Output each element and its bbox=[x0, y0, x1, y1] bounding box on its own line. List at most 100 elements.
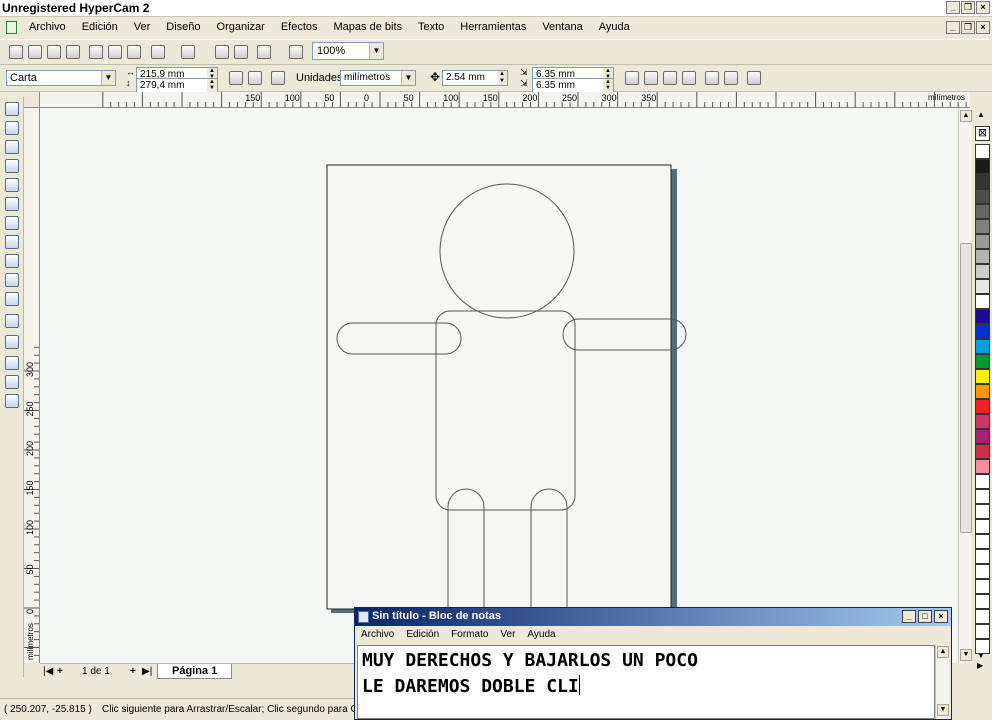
color-swatch[interactable] bbox=[975, 249, 990, 264]
duplicate-y-field[interactable]: 6.35 mm ▲ ▼ bbox=[532, 78, 614, 93]
open-folder-icon[interactable] bbox=[27, 44, 43, 60]
color-swatch[interactable] bbox=[975, 339, 990, 354]
treat-as-filled-icon[interactable] bbox=[704, 70, 720, 86]
paper-type-select[interactable]: Carta ▼ bbox=[6, 70, 116, 86]
options-icon[interactable] bbox=[746, 70, 762, 86]
page-layout-icon[interactable] bbox=[270, 70, 286, 86]
landscape-icon[interactable] bbox=[247, 70, 263, 86]
notepad-menu-item[interactable]: Archivo bbox=[361, 629, 394, 644]
fill-tool-icon[interactable] bbox=[4, 374, 20, 390]
menu-item[interactable]: Efectos bbox=[281, 21, 318, 33]
color-swatch[interactable] bbox=[975, 474, 990, 489]
color-swatch[interactable] bbox=[975, 159, 990, 174]
doc-minimize-button[interactable]: _ bbox=[946, 21, 960, 34]
color-swatch[interactable] bbox=[975, 534, 990, 549]
palette-expand-icon[interactable]: ▶ bbox=[977, 661, 983, 670]
color-swatch[interactable] bbox=[975, 384, 990, 399]
color-swatch[interactable] bbox=[975, 294, 990, 309]
color-swatch[interactable] bbox=[975, 444, 990, 459]
print-icon[interactable] bbox=[65, 44, 81, 60]
menu-item[interactable]: Texto bbox=[418, 21, 444, 33]
add-page-before-icon[interactable]: + bbox=[57, 666, 63, 677]
doc-restore-button[interactable]: ❐ bbox=[961, 21, 975, 34]
color-swatch[interactable] bbox=[975, 624, 990, 639]
duplicate-y-spinner[interactable]: ▲ ▼ bbox=[603, 79, 613, 92]
color-swatch[interactable] bbox=[975, 219, 990, 234]
vertical-ruler[interactable]: 300 250 200 150 100 50 0 milímetros bbox=[24, 108, 40, 663]
polygon-tool-icon[interactable] bbox=[4, 253, 20, 269]
rectangle-tool-icon[interactable] bbox=[4, 215, 20, 231]
crop-tool-icon[interactable] bbox=[4, 139, 20, 155]
new-document-icon[interactable] bbox=[8, 44, 24, 60]
color-swatch[interactable] bbox=[975, 459, 990, 474]
color-swatch[interactable] bbox=[975, 399, 990, 414]
color-swatch[interactable] bbox=[975, 429, 990, 444]
add-page-after-icon[interactable]: + bbox=[130, 666, 136, 677]
restore-button[interactable]: ❐ bbox=[961, 1, 975, 14]
scroll-down-button[interactable]: ▼ bbox=[960, 649, 972, 661]
pick-tool-icon[interactable] bbox=[4, 101, 20, 117]
color-swatch[interactable] bbox=[975, 369, 990, 384]
snap-to-guidelines-icon[interactable] bbox=[643, 70, 659, 86]
save-icon[interactable] bbox=[46, 44, 62, 60]
color-swatch[interactable] bbox=[975, 189, 990, 204]
import-icon[interactable] bbox=[214, 44, 230, 60]
page-tab[interactable]: Página 1 bbox=[157, 664, 233, 679]
notepad-scrollbar[interactable]: ▲ ▼ bbox=[935, 645, 949, 719]
notepad-window[interactable]: Sin título - Bloc de notas _ □ × Archivo… bbox=[354, 607, 952, 720]
menu-item[interactable]: Ventana bbox=[542, 21, 582, 33]
vertical-scroll-thumb[interactable] bbox=[960, 243, 972, 533]
paste-icon[interactable] bbox=[126, 44, 142, 60]
application-launcher-icon[interactable] bbox=[256, 44, 272, 60]
notepad-close-button[interactable]: × bbox=[934, 610, 948, 623]
color-swatch[interactable] bbox=[975, 504, 990, 519]
menu-item[interactable]: Organizar bbox=[217, 21, 265, 33]
color-swatch[interactable] bbox=[975, 594, 990, 609]
color-swatch[interactable] bbox=[975, 579, 990, 594]
doc-close-button[interactable]: × bbox=[976, 21, 990, 34]
text-tool-icon[interactable] bbox=[4, 291, 20, 307]
chevron-down-icon[interactable]: ▼ bbox=[401, 71, 415, 85]
zoom-tool-icon[interactable] bbox=[4, 158, 20, 174]
outline-tool-icon[interactable] bbox=[4, 355, 20, 371]
notepad-scroll-up-button[interactable]: ▲ bbox=[937, 646, 949, 658]
zoom-level-select[interactable]: 100% ▼ bbox=[312, 42, 384, 60]
snap-to-grid-icon[interactable] bbox=[624, 70, 640, 86]
interactive-blend-tool-icon[interactable] bbox=[4, 313, 20, 329]
color-swatch[interactable] bbox=[975, 204, 990, 219]
dynamic-guides-icon[interactable] bbox=[681, 70, 697, 86]
color-swatch[interactable] bbox=[975, 414, 990, 429]
notepad-menu-item[interactable]: Ayuda bbox=[527, 629, 555, 644]
draw-properties-icon[interactable] bbox=[723, 70, 739, 86]
menu-item[interactable]: Edición bbox=[82, 21, 118, 33]
ruler-origin[interactable] bbox=[24, 92, 40, 108]
drawing-canvas[interactable] bbox=[40, 108, 958, 663]
export-icon[interactable] bbox=[233, 44, 249, 60]
notepad-menu-item[interactable]: Ver bbox=[500, 629, 515, 644]
document-icon[interactable] bbox=[6, 21, 17, 34]
corel-online-icon[interactable] bbox=[288, 44, 304, 60]
first-page-icon[interactable]: |◀ bbox=[43, 666, 53, 677]
color-swatch[interactable] bbox=[975, 234, 990, 249]
nudge-spinner[interactable]: ▲ ▼ bbox=[497, 71, 507, 85]
color-swatch[interactable] bbox=[975, 549, 990, 564]
interactive-fill-tool-icon[interactable] bbox=[4, 393, 20, 409]
minimize-button[interactable]: _ bbox=[946, 1, 960, 14]
menu-item[interactable]: Archivo bbox=[29, 21, 66, 33]
menu-item[interactable]: Herramientas bbox=[460, 21, 526, 33]
color-swatch[interactable] bbox=[975, 564, 990, 579]
notepad-text-area[interactable]: MUY DERECHOS Y BAJARLOS UN POCO LE DAREM… bbox=[357, 645, 935, 719]
notepad-minimize-button[interactable]: _ bbox=[902, 610, 916, 623]
color-swatch[interactable] bbox=[975, 279, 990, 294]
notepad-menu-item[interactable]: Formato bbox=[451, 629, 488, 644]
close-button[interactable]: × bbox=[976, 1, 990, 14]
copy-icon[interactable] bbox=[107, 44, 123, 60]
color-swatch[interactable] bbox=[975, 354, 990, 369]
menu-item[interactable]: Ver bbox=[134, 21, 151, 33]
menu-item[interactable]: Ayuda bbox=[599, 21, 630, 33]
menu-item[interactable]: Diseño bbox=[166, 21, 200, 33]
ellipse-tool-icon[interactable] bbox=[4, 234, 20, 250]
cut-icon[interactable] bbox=[88, 44, 104, 60]
vertical-scrollbar[interactable]: ▲ ▼ bbox=[958, 108, 972, 663]
freehand-tool-icon[interactable] bbox=[4, 177, 20, 193]
